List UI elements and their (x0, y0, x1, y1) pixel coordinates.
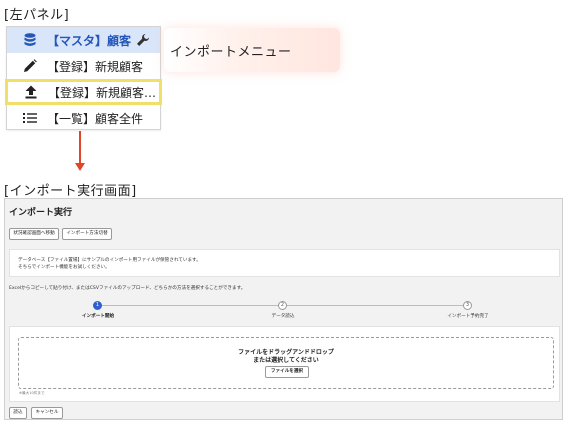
menu-item-label: 【登録】新規顧客… (48, 85, 157, 100)
upload-icon (20, 84, 42, 100)
step-label: インポート予約完了 (447, 314, 489, 319)
menu-item-label: 【一覧】顧客全件 (47, 111, 144, 126)
step-label: インポート開始 (81, 314, 115, 319)
menu-item-customer-list[interactable]: 【一覧】顧客全件 (7, 105, 160, 131)
load-button[interactable]: 読込 (9, 407, 27, 419)
description-text: Excelからコピーして貼り付け、またはCSVファイルのアップロード、どちらかの… (9, 286, 246, 291)
import-method-switch-button[interactable]: インポート方法切替 (62, 228, 112, 240)
import-screen: インポート実行 状況確認画面へ移動 インポート方法切替 データベース【ファイル置… (4, 198, 563, 420)
page-title: インポート実行 (9, 208, 73, 218)
dropzone-text: または選択してください (253, 357, 319, 364)
upload-area: ファイルをドラッグアンドドロップ または選択してください ファイルを選択 ※最大… (9, 326, 560, 402)
step-label: データ読込 (271, 314, 295, 319)
arrow-down-icon (75, 163, 85, 171)
step-indicator-1: 1 (93, 301, 102, 310)
limit-note: ※最大10件まで (19, 391, 45, 395)
status-check-button[interactable]: 状況確認画面へ移動 (9, 228, 59, 240)
list-icon (19, 110, 41, 126)
menu-item-register-customer[interactable]: 【登録】新規顧客 (7, 53, 160, 79)
import-screen-label: [インポート実行画面] (4, 184, 137, 199)
select-file-button[interactable]: ファイルを選択 (265, 366, 309, 378)
side-menu: 【マスタ】顧客 【登録】新規顧客 【登録】新規顧客… 【一覧】顧客全件 (5, 26, 162, 131)
info-text: データベース【ファイル置場】にサンプルのインポート用ファイルが保管されています。 (18, 258, 201, 263)
cancel-button[interactable]: キャンセル (31, 407, 63, 419)
step-indicator-2: 2 (278, 301, 287, 310)
menu-item-label: 【マスタ】顧客 (47, 33, 132, 48)
file-dropzone[interactable]: ファイルをドラッグアンドドロップ または選択してください ファイルを選択 (18, 337, 554, 389)
callout-text: インポートメニュー (170, 45, 292, 60)
menu-item-import-customer[interactable]: 【登録】新規顧客… (5, 79, 162, 105)
menu-item-master-customer[interactable]: 【マスタ】顧客 (7, 27, 160, 53)
step-indicator-3: 3 (463, 301, 472, 310)
info-text: そちらでインポート機能をお試しください。 (18, 265, 110, 270)
pencil-icon (19, 58, 41, 74)
left-panel-label: [左パネル] (4, 8, 70, 23)
menu-item-label: 【登録】新規顧客 (47, 59, 144, 74)
wrench-icon[interactable] (136, 32, 152, 48)
arrow-line (79, 131, 81, 165)
database-icon (19, 32, 41, 48)
info-box: データベース【ファイル置場】にサンプルのインポート用ファイルが保管されています。… (9, 249, 560, 277)
